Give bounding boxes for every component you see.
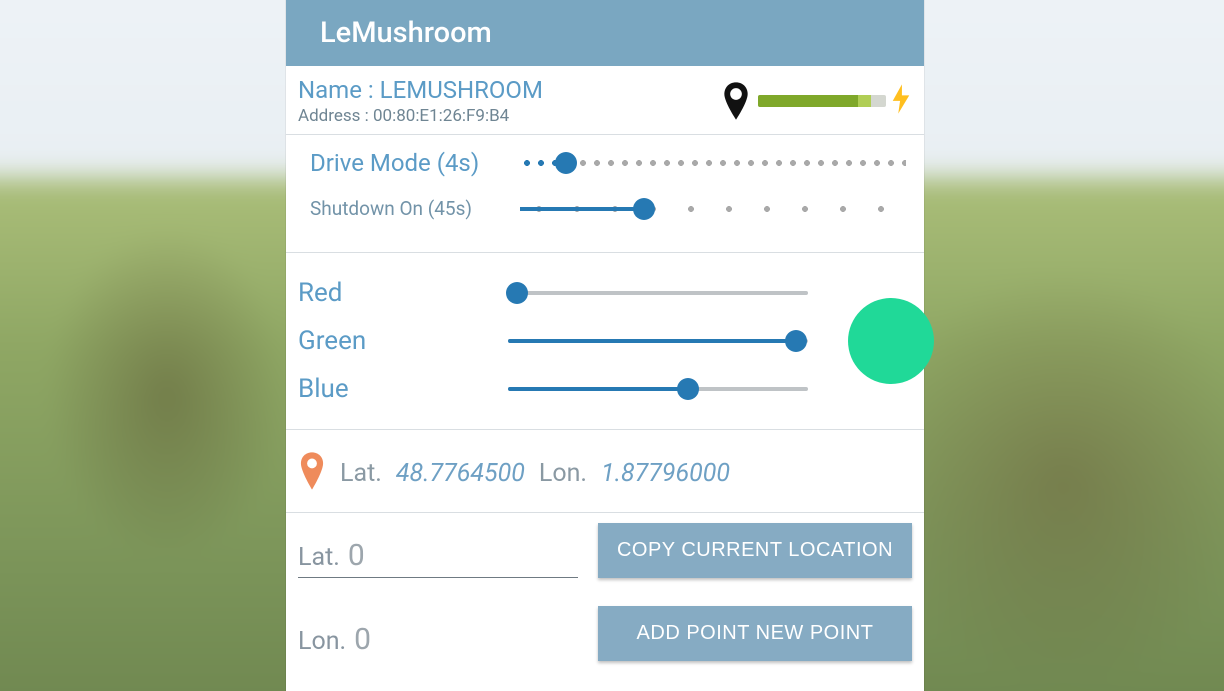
lon-input-label: Lon. xyxy=(298,627,346,656)
lon-input-field[interactable]: Lon. 0 xyxy=(298,622,578,661)
app-panel: LeMushroom Name : LEMUSHROOM Address : 0… xyxy=(286,0,924,691)
green-slider[interactable] xyxy=(508,331,808,351)
lon-input-row: Lon. 0 ADD POINT NEW POINT xyxy=(286,588,924,671)
lat-input-label: Lat. xyxy=(298,543,340,572)
gps-lon-value: 1.87796000 xyxy=(601,459,730,488)
lat-input-field[interactable]: Lat. 0 xyxy=(298,538,578,578)
color-section: Red Green Blue xyxy=(286,253,924,430)
lat-input-value: 0 xyxy=(348,538,365,573)
color-preview-swatch xyxy=(848,298,934,384)
map-pin-icon xyxy=(298,452,326,494)
device-address-label: Address : xyxy=(298,106,373,126)
blue-row: Blue xyxy=(298,365,912,413)
drive-mode-row: Drive Mode (4s) xyxy=(298,139,912,187)
app-titlebar: LeMushroom xyxy=(286,0,924,66)
add-point-button[interactable]: ADD POINT NEW POINT xyxy=(598,606,912,661)
blue-label: Blue xyxy=(298,374,508,404)
device-info-row: Name : LEMUSHROOM Address : 00:80:E1:26:… xyxy=(286,66,924,135)
device-name-line: Name : LEMUSHROOM xyxy=(298,76,543,104)
shutdown-row: Shutdown On (45s) xyxy=(298,187,912,230)
gps-lon-label: Lon. xyxy=(539,459,587,488)
device-status-icons xyxy=(722,82,912,120)
green-row: Green xyxy=(298,317,912,365)
device-info-text: Name : LEMUSHROOM Address : 00:80:E1:26:… xyxy=(298,76,543,126)
lon-input-value: 0 xyxy=(354,622,371,657)
copy-location-button[interactable]: COPY CURRENT LOCATION xyxy=(598,523,912,578)
drive-mode-slider[interactable] xyxy=(520,153,906,173)
red-row: Red xyxy=(298,269,912,317)
shutdown-slider[interactable] xyxy=(520,199,906,219)
device-name-value: LEMUSHROOM xyxy=(380,76,543,104)
charging-bolt-icon xyxy=(890,84,912,119)
shutdown-label: Shutdown On (45s) xyxy=(310,197,520,220)
mode-sliders-section: Drive Mode (4s) Shutdown On (45s) xyxy=(286,135,924,253)
battery-indicator xyxy=(758,95,886,107)
gps-readout-row: Lat. 48.7764500 Lon. 1.87796000 xyxy=(286,430,924,513)
app-title: LeMushroom xyxy=(320,16,492,50)
gps-lat-value: 48.7764500 xyxy=(396,459,525,488)
drive-mode-label: Drive Mode (4s) xyxy=(310,149,520,177)
red-slider[interactable] xyxy=(508,283,808,303)
device-address-value: 00:80:E1:26:F9:B4 xyxy=(373,106,509,126)
red-label: Red xyxy=(298,278,508,308)
green-label: Green xyxy=(298,326,508,356)
device-name-label: Name : xyxy=(298,76,380,104)
lat-input-row: Lat. 0 COPY CURRENT LOCATION xyxy=(286,513,924,588)
location-pin-icon xyxy=(722,82,750,120)
gps-lat-label: Lat. xyxy=(340,459,382,488)
device-address-line: Address : 00:80:E1:26:F9:B4 xyxy=(298,106,543,126)
blue-slider[interactable] xyxy=(508,379,808,399)
